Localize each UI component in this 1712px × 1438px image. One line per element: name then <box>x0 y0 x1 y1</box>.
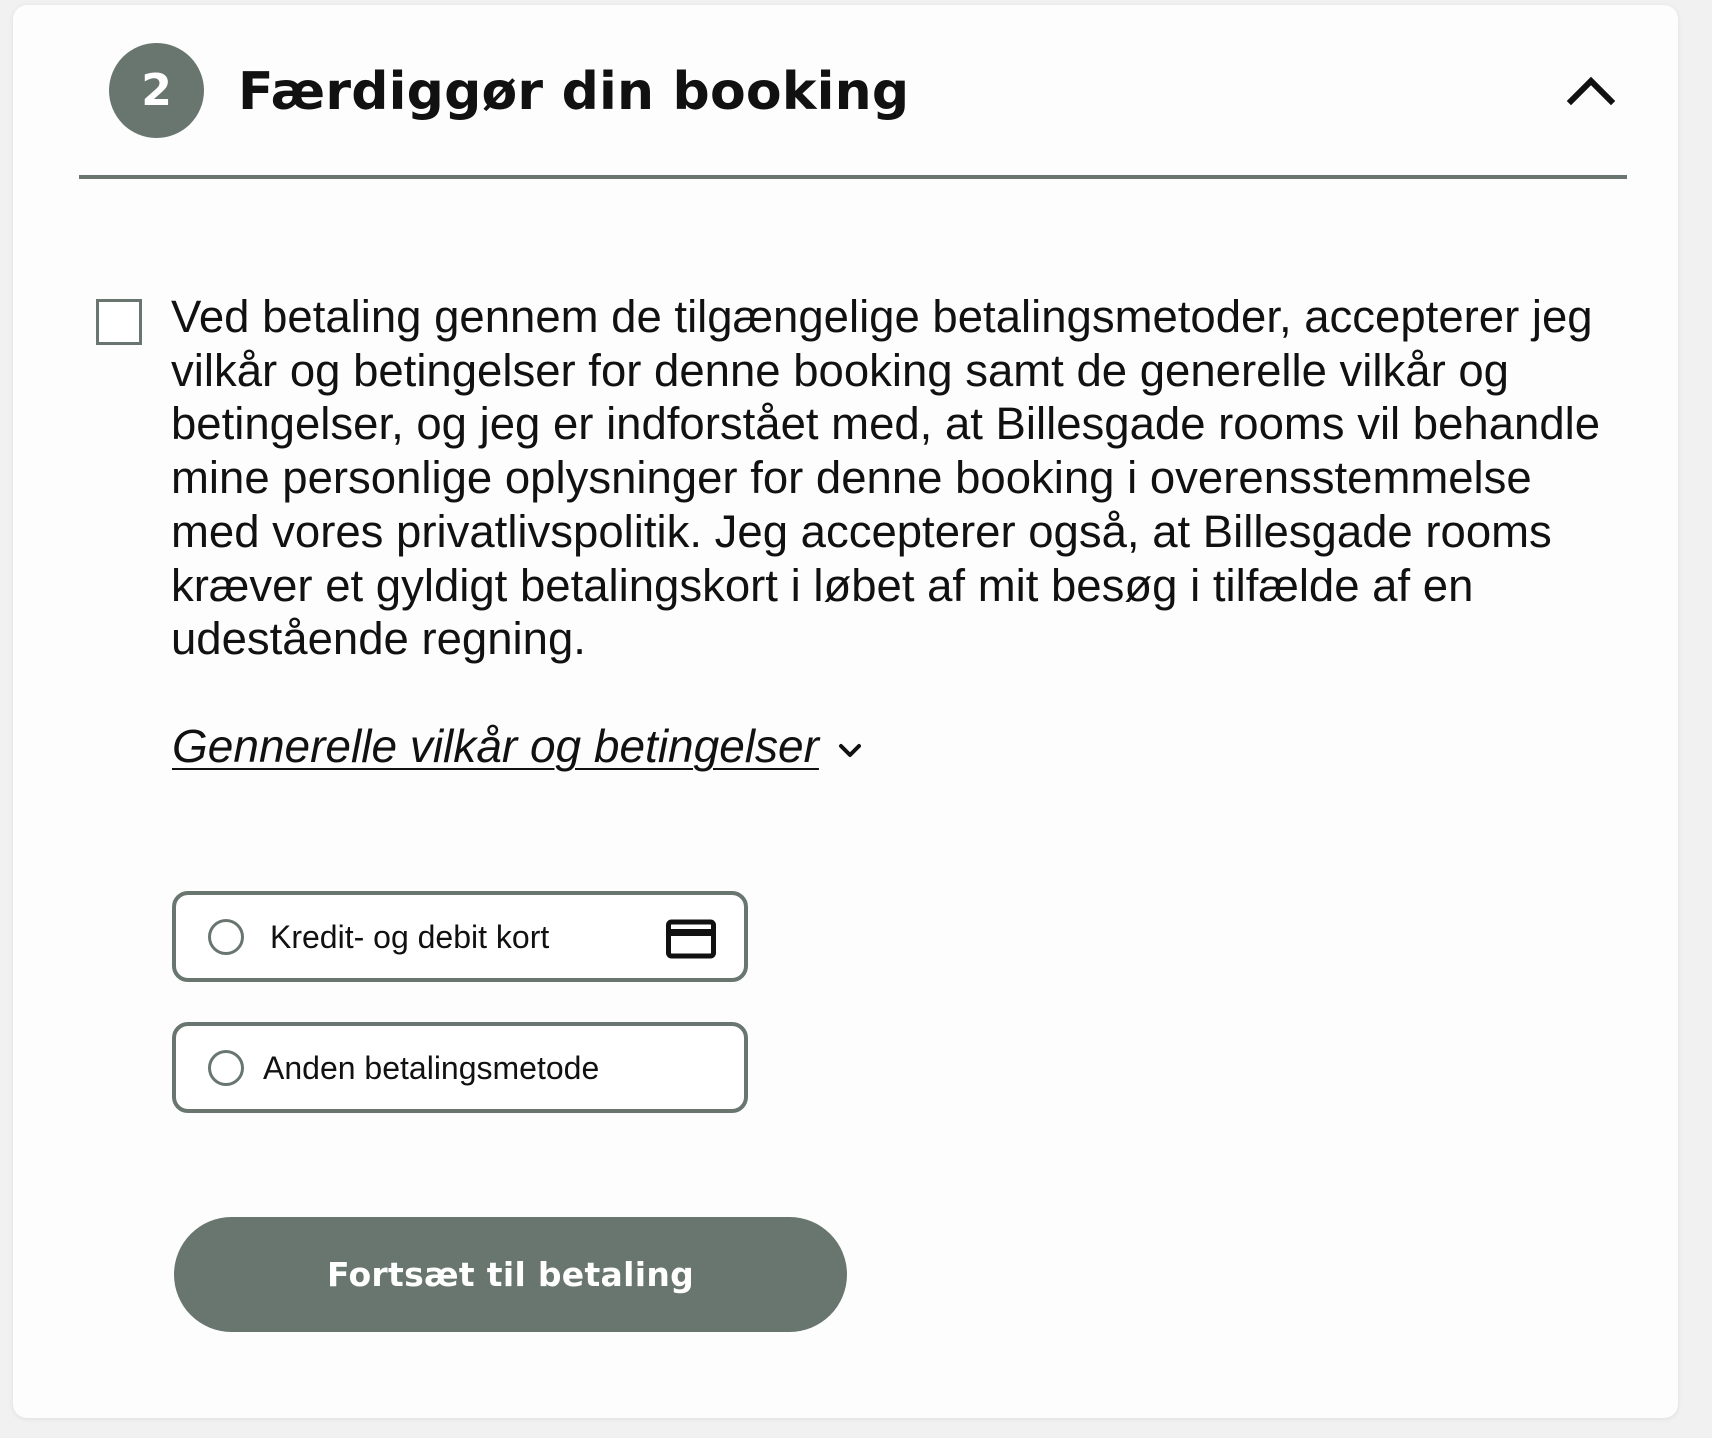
payment-option-other[interactable]: Anden betalingsmetode <box>172 1022 748 1113</box>
section-header: 2 Færdiggør din booking <box>13 5 1678 185</box>
booking-section-card: 2 Færdiggør din booking Ved betaling gen… <box>13 5 1678 1418</box>
header-divider <box>79 175 1627 179</box>
section-title: Færdiggør din booking <box>238 62 910 122</box>
terms-consent-checkbox[interactable] <box>96 299 142 345</box>
credit-card-icon <box>666 919 716 959</box>
chevron-down-icon <box>838 744 861 757</box>
collapse-section-button[interactable] <box>1561 67 1621 117</box>
step-number-badge: 2 <box>109 43 204 138</box>
payment-option-card-radio[interactable] <box>208 919 244 955</box>
payment-option-other-radio[interactable] <box>208 1050 244 1086</box>
general-terms-link[interactable]: Gennerelle vilkår og betingelser <box>172 718 819 774</box>
general-terms-toggle[interactable]: Gennerelle vilkår og betingelser <box>172 718 865 774</box>
payment-option-label: Kredit- og debit kort <box>270 919 550 955</box>
payment-option-card[interactable]: Kredit- og debit kort <box>172 891 748 982</box>
continue-to-payment-button[interactable]: Fortsæt til betaling <box>174 1217 847 1332</box>
payment-option-label: Anden betalingsmetode <box>263 1050 600 1086</box>
terms-consent-text: Ved betaling gennem de tilgængelige beta… <box>171 291 1601 665</box>
chevron-up-icon <box>1566 76 1616 106</box>
